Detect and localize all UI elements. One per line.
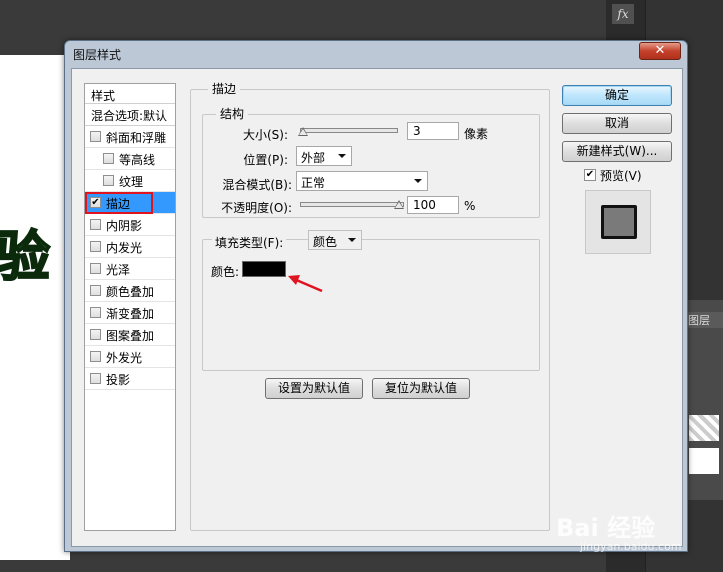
size-label: 大小(S): — [242, 128, 288, 142]
style-item-label: 投影 — [106, 373, 131, 387]
style-item-label: 内阴影 — [106, 219, 143, 233]
preview-label: 预览(V) — [600, 169, 642, 183]
style-item[interactable]: 外发光 — [85, 346, 175, 368]
style-item[interactable]: 斜面和浮雕 — [85, 126, 175, 148]
new-style-button[interactable]: 新建样式(W)... — [562, 141, 672, 162]
style-item[interactable]: 图案叠加 — [85, 324, 175, 346]
structure-title: 结构 — [216, 105, 249, 122]
preview-checkbox[interactable]: ✔ — [584, 169, 596, 181]
stroke-section-title: 描边 — [208, 80, 241, 97]
style-item-label: 等高线 — [119, 153, 156, 167]
size-slider-track[interactable] — [300, 128, 398, 133]
style-item-checkbox[interactable] — [90, 131, 101, 142]
styles-header[interactable]: 样式 — [85, 84, 175, 104]
style-item-checkbox[interactable] — [90, 329, 101, 340]
style-item[interactable]: 投影 — [85, 368, 175, 390]
layer-thumbnail[interactable] — [689, 448, 719, 474]
annotation-arrow-icon — [288, 275, 323, 293]
style-item-label: 图案叠加 — [106, 329, 155, 343]
highlight-outline — [85, 192, 153, 214]
layer-style-dialog: 图层样式 ✕ 样式 混合选项:默认 斜面和浮雕 等高线 纹理 ✔ 描边 内阴影 内发光 光泽颜… — [64, 40, 688, 552]
blend-mode-label: 混合模式(B): — [222, 178, 292, 192]
style-item-label: 斜面和浮雕 — [106, 131, 167, 145]
opacity-slider-thumb[interactable] — [394, 200, 404, 209]
position-label: 位置(P): — [243, 153, 288, 167]
opacity-label: 不透明度(O): — [221, 201, 292, 215]
style-item-checkbox[interactable] — [90, 219, 101, 230]
layer-thumbnail[interactable] — [689, 415, 719, 441]
fill-type-dropdown[interactable]: 颜色 — [308, 230, 362, 250]
size-slider-thumb[interactable] — [298, 127, 308, 136]
style-item-checkbox[interactable] — [103, 175, 114, 186]
style-item[interactable]: 渐变叠加 — [85, 302, 175, 324]
size-input[interactable]: 3 — [407, 122, 459, 140]
ok-button[interactable]: 确定 — [562, 85, 672, 106]
opacity-slider-track[interactable] — [300, 202, 404, 207]
style-item-checkbox[interactable] — [90, 285, 101, 296]
style-item-checkbox[interactable] — [90, 351, 101, 362]
style-item[interactable]: 光泽 — [85, 258, 175, 280]
close-button[interactable]: ✕ — [639, 42, 681, 60]
size-unit: 像素 — [464, 127, 489, 141]
reset-default-button[interactable]: 复位为默认值 — [372, 378, 470, 399]
blend-mode-dropdown[interactable]: 正常 — [296, 171, 428, 191]
canvas-area — [0, 55, 70, 560]
position-value: 外部 — [301, 151, 326, 165]
style-item-checkbox[interactable] — [90, 241, 101, 252]
dialog-title: 图层样式 — [73, 48, 122, 62]
fill-type-label: 填充类型(F): — [212, 234, 287, 251]
style-item-label: 光泽 — [106, 263, 131, 277]
position-dropdown[interactable]: 外部 — [296, 146, 352, 166]
opacity-input[interactable]: 100 — [407, 196, 459, 214]
fx-icon[interactable]: fx — [612, 4, 634, 24]
style-item[interactable]: 颜色叠加 — [85, 280, 175, 302]
canvas-text: 验 — [0, 224, 51, 289]
watermark-logo: Bai 经验 — [556, 514, 656, 542]
style-item[interactable]: 纹理 — [85, 170, 175, 192]
style-item[interactable]: 内阴影 — [85, 214, 175, 236]
style-item-checkbox[interactable] — [90, 373, 101, 384]
style-item-label: 纹理 — [119, 175, 144, 189]
chevron-down-icon — [414, 179, 422, 183]
dialog-body: 样式 混合选项:默认 斜面和浮雕 等高线 纹理 ✔ 描边 内阴影 内发光 光泽 颜色叠加 渐变叠加… — [71, 68, 683, 547]
style-item-checkbox[interactable] — [90, 263, 101, 274]
blend-options-item[interactable]: 混合选项:默认 — [85, 104, 175, 126]
styles-list: 样式 混合选项:默认 斜面和浮雕等高线纹理 ✔ 描边内阴影内发光光泽颜色叠加渐变叠加… — [84, 83, 176, 531]
style-item-label: 外发光 — [106, 351, 143, 365]
style-item-checkbox[interactable] — [90, 307, 101, 318]
style-item[interactable]: 内发光 — [85, 236, 175, 258]
cancel-button[interactable]: 取消 — [562, 113, 672, 134]
style-item-label: 内发光 — [106, 241, 143, 255]
style-item-checkbox[interactable] — [103, 153, 114, 164]
style-preview — [585, 190, 651, 254]
watermark-url: jingyan.baidu.com — [580, 540, 682, 553]
set-default-button[interactable]: 设置为默认值 — [265, 378, 363, 399]
style-item[interactable]: 等高线 — [85, 148, 175, 170]
blend-mode-value: 正常 — [301, 176, 326, 190]
chevron-down-icon — [348, 238, 356, 242]
opacity-unit: % — [464, 199, 476, 213]
style-item[interactable]: ✔ 描边 — [85, 192, 175, 214]
style-item-label: 颜色叠加 — [106, 285, 155, 299]
style-item-label: 渐变叠加 — [106, 307, 155, 321]
dialog-titlebar[interactable]: 图层样式 ✕ — [65, 41, 687, 67]
stroke-color-swatch[interactable] — [242, 261, 286, 277]
chevron-down-icon — [338, 154, 346, 158]
fill-type-value: 颜色 — [313, 235, 338, 249]
fill-group — [202, 239, 540, 371]
color-label: 颜色: — [211, 265, 240, 279]
layers-tab[interactable]: 图层 — [686, 312, 723, 328]
preview-thumbnail — [601, 205, 637, 239]
layers-panel: 图层 — [686, 300, 723, 500]
